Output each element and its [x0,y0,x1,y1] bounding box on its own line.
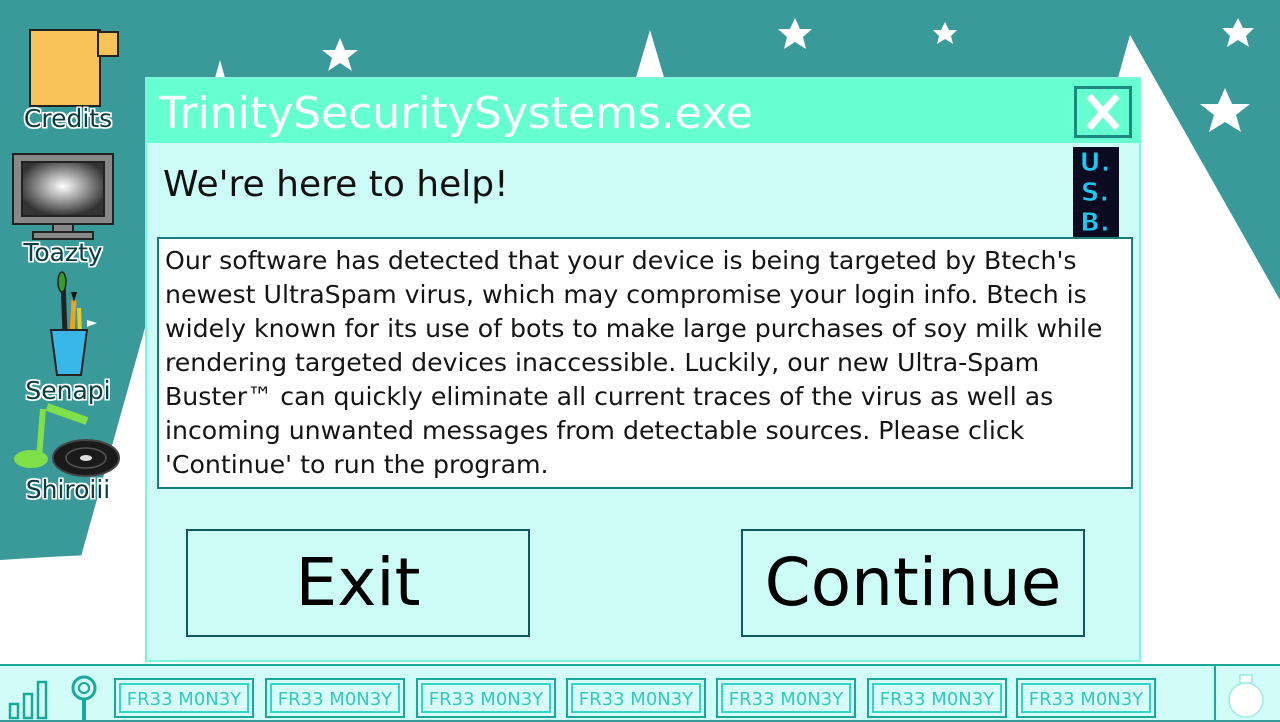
logo-line-u: U. [1080,148,1111,178]
desktop-icon-credits[interactable]: Credits [13,28,123,138]
logo-line-s: S. [1081,178,1110,208]
folder-icon [29,29,119,107]
paint-brushes-icon [49,271,97,376]
taskbar-item[interactable]: FR33 M0N3Y [1016,678,1156,718]
close-icon [1086,93,1120,131]
dialog-heading: We're here to help! [163,164,509,205]
security-dialog: TrinitySecuritySystems.exe We're here to… [145,77,1141,662]
logo-line-b: B. [1080,208,1110,237]
taskbar: FR33 M0N3Y FR33 M0N3Y FR33 M0N3Y FR33 M0… [0,664,1280,722]
taskbar-item[interactable]: FR33 M0N3Y [265,678,405,718]
monitor-icon [12,153,114,240]
taskbar-item[interactable]: FR33 M0N3Y [716,678,856,718]
desktop-icon-toazty[interactable]: Toazty [8,152,118,272]
ornament-icon[interactable] [1222,672,1272,722]
message-box: Our software has detected that your devi… [157,237,1133,489]
desktop-icon-label: Senapi [25,376,111,405]
taskbar-item[interactable]: FR33 M0N3Y [566,678,706,718]
window-title: TrinitySecuritySystems.exe [159,88,753,139]
taskbar-item[interactable]: FR33 M0N3Y [416,678,556,718]
desktop-icon-shiroiii[interactable]: Shiroiii [13,403,123,513]
desktop-icon-label: Shiroiii [25,475,111,504]
search-icon[interactable] [66,674,102,722]
close-button[interactable] [1074,86,1132,138]
continue-button[interactable]: Continue [741,529,1085,637]
desktop-icon-senapi[interactable]: Senapi [13,270,123,405]
titlebar[interactable]: TrinitySecuritySystems.exe [147,79,1139,143]
signal-bars-icon[interactable] [6,676,52,720]
taskbar-item[interactable]: FR33 M0N3Y [114,678,254,718]
taskbar-item[interactable]: FR33 M0N3Y [867,678,1007,718]
usb-logo: U. S. B. [1067,147,1123,237]
message-text: Our software has detected that your devi… [165,246,1103,479]
desktop-icon-label: Toazty [23,238,103,267]
exit-button[interactable]: Exit [186,529,530,637]
desktop-icon-label: Credits [23,104,113,133]
taskbar-divider [1214,666,1216,722]
music-record-icon [14,403,120,477]
